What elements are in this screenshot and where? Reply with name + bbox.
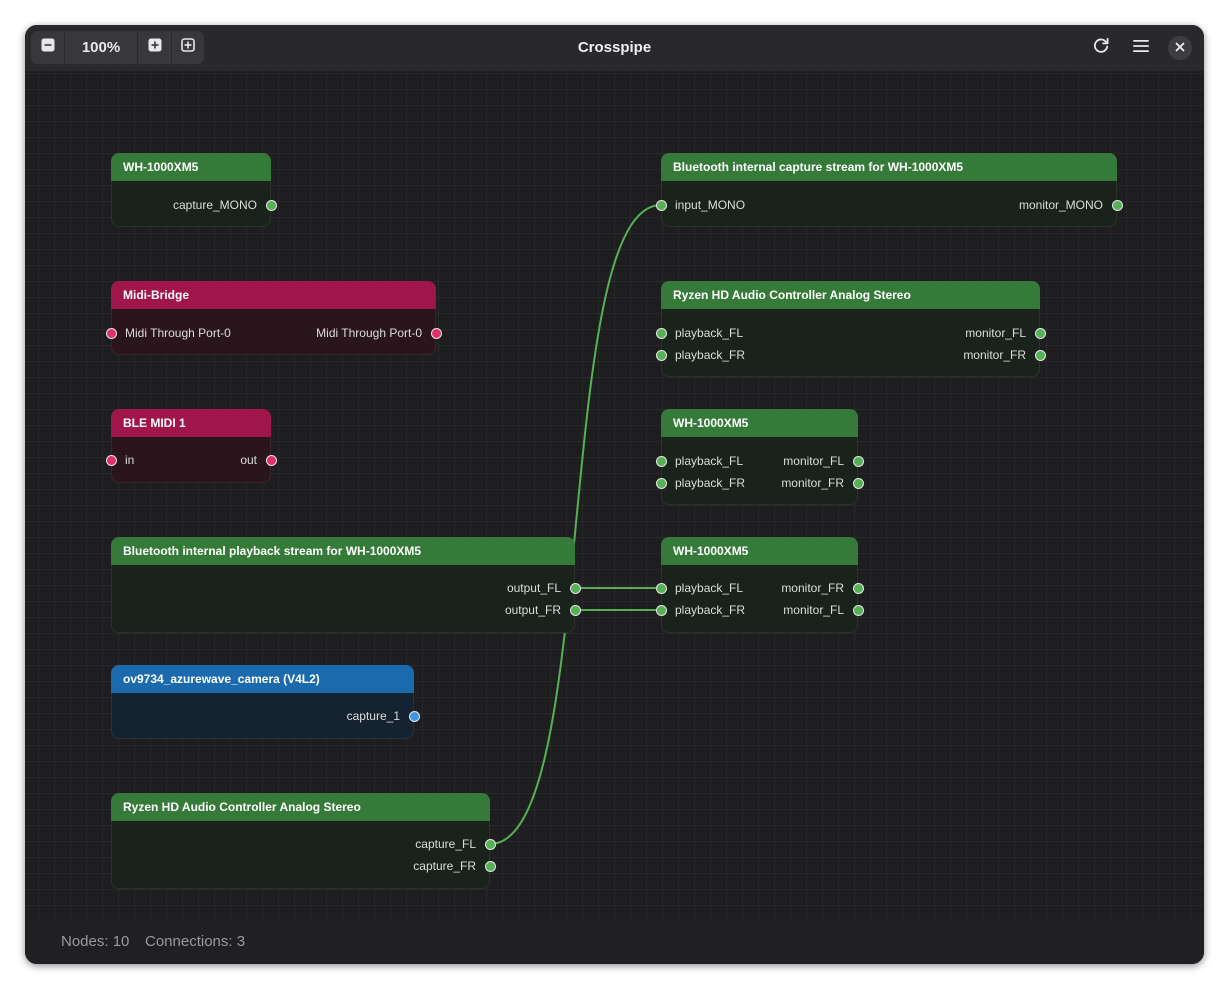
- node-ryzen-capture[interactable]: Ryzen HD Audio Controller Analog Stereo …: [111, 793, 496, 889]
- window-title: Crosspipe: [577, 39, 652, 56]
- output-port[interactable]: [852, 604, 864, 616]
- port-label: output_FR: [504, 603, 561, 617]
- refresh-icon: [1092, 37, 1110, 60]
- port-label: playback_FR: [675, 476, 746, 490]
- node-title: WH-1000XM5: [661, 537, 858, 565]
- output-port[interactable]: [408, 710, 420, 722]
- port-label: capture_MONO: [172, 198, 257, 212]
- port-label: playback_FL: [675, 326, 744, 340]
- port-label: playback_FR: [675, 348, 746, 362]
- close-icon: [1175, 39, 1185, 57]
- node-wh-sink-b[interactable]: WH-1000XM5 playback_FL playback_FR monit…: [655, 537, 864, 633]
- node-body: [661, 565, 858, 633]
- node-bt-capture[interactable]: Bluetooth internal capture stream for WH…: [655, 153, 1123, 227]
- port-label: playback_FL: [675, 581, 744, 595]
- node-title: WH-1000XM5: [111, 153, 271, 181]
- port-label: monitor_FR: [781, 581, 844, 595]
- port-label: monitor_MONO: [1018, 198, 1103, 212]
- node-bt-playback[interactable]: Bluetooth internal playback stream for W…: [111, 537, 581, 633]
- node-body: [661, 309, 1040, 377]
- close-button[interactable]: [1168, 36, 1192, 60]
- header-bar: 100% Crosspipe: [25, 25, 1204, 71]
- port-label: capture_1: [346, 709, 400, 723]
- port-label: monitor_FR: [781, 476, 844, 490]
- output-port[interactable]: [484, 860, 496, 872]
- port-label: in: [125, 453, 135, 467]
- input-port[interactable]: [655, 604, 667, 616]
- port-label: monitor_FL: [783, 454, 844, 468]
- output-port[interactable]: [430, 327, 442, 339]
- port-label: monitor_FL: [965, 326, 1026, 340]
- node-wh-sink-a[interactable]: WH-1000XM5 playback_FL playback_FR monit…: [655, 409, 864, 505]
- node-title: WH-1000XM5: [661, 409, 858, 437]
- node-title: Bluetooth internal playback stream for W…: [111, 537, 575, 565]
- input-port[interactable]: [655, 455, 667, 467]
- output-port[interactable]: [484, 838, 496, 850]
- output-port[interactable]: [1034, 349, 1046, 361]
- node-title: Bluetooth internal capture stream for WH…: [661, 153, 1117, 181]
- input-port[interactable]: [655, 582, 667, 594]
- link-capture-fl-to-input-mono: [489, 204, 662, 845]
- port-label: capture_FR: [413, 859, 476, 873]
- connection-count: Connections: 3: [145, 933, 246, 950]
- port-label: monitor_FL: [783, 603, 844, 617]
- output-port[interactable]: [852, 455, 864, 467]
- port-label: output_FL: [506, 581, 561, 595]
- node-title: BLE MIDI 1: [111, 409, 271, 437]
- output-port[interactable]: [1111, 199, 1123, 211]
- port-label: playback_FL: [675, 454, 744, 468]
- node-camera[interactable]: ov9734_azurewave_camera (V4L2) capture_1: [111, 665, 420, 739]
- graph-canvas[interactable]: WH-1000XM5 capture_MONO Midi-Bridge Midi…: [25, 71, 1204, 919]
- node-ryzen-sink[interactable]: Ryzen HD Audio Controller Analog Stereo …: [655, 281, 1046, 377]
- main-menu-button[interactable]: [1126, 33, 1156, 63]
- port-label: capture_FL: [415, 837, 476, 851]
- status-bar: Nodes: 10 Connections: 3: [25, 919, 1204, 964]
- hamburger-menu-icon: [1133, 39, 1149, 58]
- node-midi-bridge[interactable]: Midi-Bridge Midi Through Port-0 Midi Thr…: [105, 281, 442, 355]
- input-port[interactable]: [105, 327, 117, 339]
- output-port[interactable]: [265, 454, 277, 466]
- node-count: Nodes: 10: [61, 933, 130, 950]
- port-label: monitor_FR: [963, 348, 1026, 362]
- node-title: Midi-Bridge: [111, 281, 436, 309]
- output-port[interactable]: [852, 477, 864, 489]
- output-port[interactable]: [1034, 327, 1046, 339]
- input-port[interactable]: [655, 349, 667, 361]
- input-port[interactable]: [105, 454, 117, 466]
- output-port[interactable]: [569, 582, 581, 594]
- port-label: out: [240, 453, 257, 467]
- node-body: [661, 437, 858, 505]
- port-label: playback_FR: [675, 603, 746, 617]
- input-port[interactable]: [655, 477, 667, 489]
- node-body: [111, 565, 575, 633]
- refresh-button[interactable]: [1086, 33, 1116, 63]
- port-label: input_MONO: [675, 198, 746, 212]
- output-port[interactable]: [852, 582, 864, 594]
- node-body: [111, 821, 490, 889]
- input-port[interactable]: [655, 199, 667, 211]
- port-label: Midi Through Port-0: [316, 326, 422, 340]
- input-port[interactable]: [655, 327, 667, 339]
- app-window: 100% Crosspipe WH-1000XM5 capture_MONO M…: [25, 25, 1204, 964]
- node-ble-midi[interactable]: BLE MIDI 1 in out: [105, 409, 277, 483]
- port-label: Midi Through Port-0: [125, 326, 231, 340]
- output-port[interactable]: [265, 199, 277, 211]
- node-title: Ryzen HD Audio Controller Analog Stereo: [661, 281, 1040, 309]
- node-title: ov9734_azurewave_camera (V4L2): [111, 665, 414, 693]
- output-port[interactable]: [569, 604, 581, 616]
- node-title: Ryzen HD Audio Controller Analog Stereo: [111, 793, 490, 821]
- node-wh-source[interactable]: WH-1000XM5 capture_MONO: [111, 153, 277, 227]
